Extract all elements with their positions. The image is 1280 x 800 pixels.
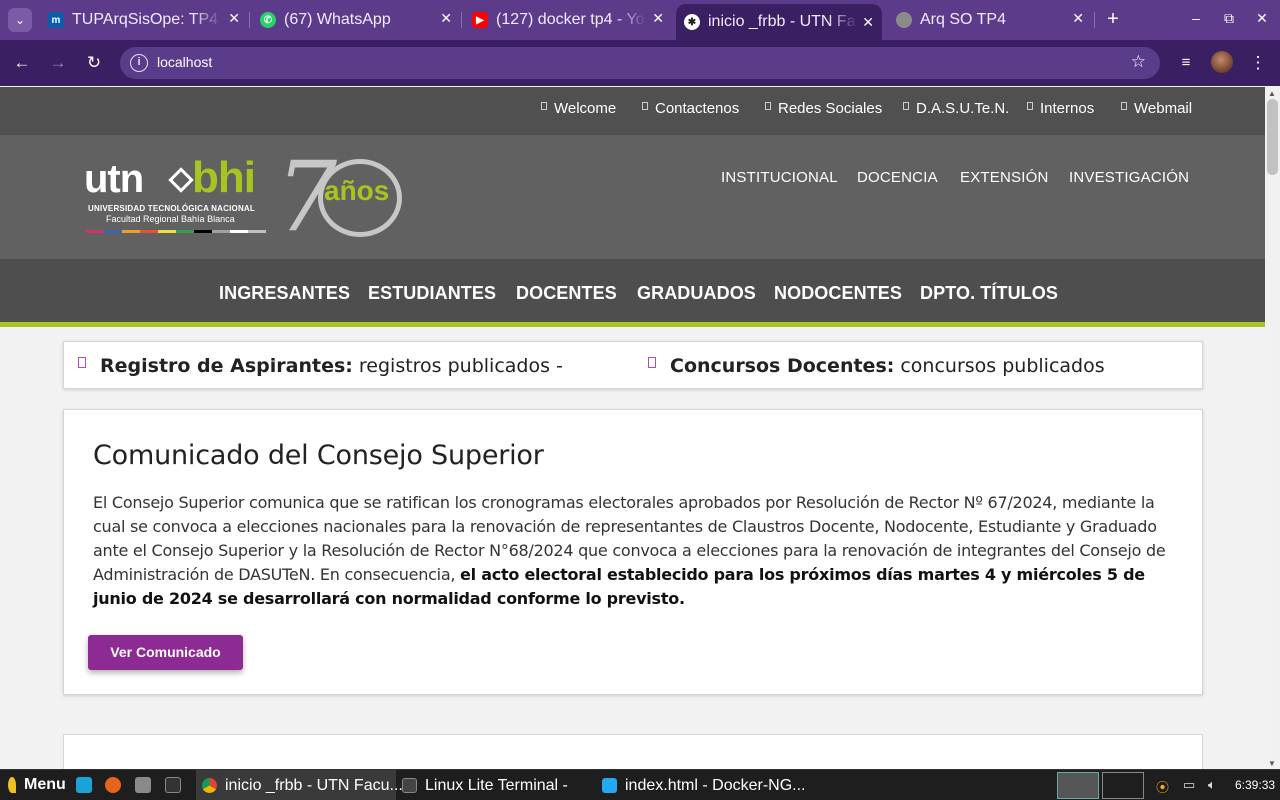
task-chrome[interactable]: inicio _frbb - UTN Facu... <box>196 770 403 800</box>
close-icon[interactable]: ✕ <box>440 10 452 27</box>
tab-utn-active[interactable]: ✱ inicio _frbb - UTN Fa ✕ <box>676 4 882 40</box>
tab-arq-so[interactable]: Arq SO TP4 ✕ <box>896 6 1092 34</box>
tab-title: (127) docker tp4 - Yo <box>496 11 645 28</box>
profile-avatar[interactable] <box>1211 51 1233 73</box>
toplink-webmail[interactable]: Webmail <box>1121 100 1192 117</box>
news-ticker: Registro de Aspirantes: registros publica… <box>63 341 1203 389</box>
firefox-icon[interactable] <box>105 777 121 793</box>
ticker-item-concursos[interactable]: Concursos Docentes: concursos publicados <box>648 355 1105 377</box>
ticker-item-aspirantes[interactable]: Registro de Aspirantes: registros publica… <box>78 355 563 377</box>
close-icon[interactable]: ✕ <box>228 10 240 27</box>
minimize-icon[interactable]: – <box>1188 10 1204 26</box>
site-info-icon[interactable]: i <box>130 54 148 72</box>
whatsapp-icon: ✆ <box>260 12 276 28</box>
ver-comunicado-button[interactable]: Ver Comunicado <box>88 635 243 670</box>
scroll-down-icon[interactable]: ▼ <box>1268 759 1276 768</box>
category-nav: INGRESANTES ESTUDIANTES DOCENTES GRADUAD… <box>0 259 1265 327</box>
bookmark-star-icon[interactable]: ☆ <box>1131 52 1146 72</box>
cat-nodocentes[interactable]: NODOCENTES <box>774 283 902 304</box>
next-card <box>63 734 1203 769</box>
cat-dpto-titulos[interactable]: DPTO. TÍTULOS <box>920 283 1058 304</box>
task-terminal[interactable]: Linux Lite Terminal - <box>396 770 596 800</box>
reload-icon[interactable]: ↻ <box>83 52 105 74</box>
nav-extension[interactable]: EXTENSIÓN <box>960 169 1048 186</box>
tab-search-button[interactable]: ⌄ <box>8 8 32 32</box>
page-scrollbar[interactable]: ▲ ▼ <box>1265 87 1280 769</box>
updates-tray-icon[interactable]: ⦿ <box>1156 777 1169 796</box>
task-vscode[interactable]: index.html - Docker-NG... <box>596 770 806 800</box>
toplink-internos[interactable]: Internos <box>1027 100 1094 117</box>
nav-docencia[interactable]: DOCENCIA <box>857 169 938 186</box>
toplink-contactenos[interactable]: Contactenos <box>642 100 739 117</box>
close-icon[interactable]: ✕ <box>862 14 874 31</box>
forward-icon[interactable]: → <box>47 52 69 74</box>
linux-lite-icon <box>8 777 16 793</box>
close-icon[interactable]: ✕ <box>652 10 664 27</box>
address-text[interactable]: localhost <box>157 54 212 70</box>
utn-icon: ✱ <box>684 14 700 30</box>
terminal-icon[interactable] <box>165 777 181 793</box>
tab-whatsapp[interactable]: ✆ (67) WhatsApp ✕ <box>260 6 460 34</box>
os-taskbar: Menu inicio _frbb - UTN Facu... Linux Li… <box>0 769 1280 800</box>
tab-title: inicio _frbb - UTN Fa <box>708 13 856 30</box>
tab-youtube[interactable]: ▶ (127) docker tp4 - Yo ✕ <box>472 6 672 34</box>
announcement-card: Comunicado del Consejo Superior El Conse… <box>63 409 1203 695</box>
window-close-icon[interactable]: ✕ <box>1254 10 1270 27</box>
chrome-icon <box>202 778 217 793</box>
cat-estudiantes[interactable]: ESTUDIANTES <box>368 283 496 304</box>
announcement-body: El Consejo Superior comunica que se rati… <box>93 493 1166 608</box>
network-tray-icon[interactable]: ▭ <box>1183 777 1195 793</box>
workspace-2[interactable] <box>1102 772 1144 799</box>
scroll-thumb[interactable] <box>1267 99 1278 175</box>
file-manager-icon[interactable] <box>135 777 151 793</box>
trello-icon: m <box>48 12 64 28</box>
start-menu-button[interactable]: Menu <box>8 776 66 794</box>
tab-strip: ⌄ m TUPArqSisOpe: TP4 ✕ ✆ (67) WhatsApp … <box>0 0 1280 40</box>
cat-graduados[interactable]: GRADUADOS <box>637 283 756 304</box>
top-utility-bar: Welcome Contactenos Redes Sociales D.A.S… <box>0 87 1265 135</box>
tab-title: TUPArqSisOpe: TP4 <box>72 11 219 28</box>
globe-icon <box>896 12 912 28</box>
scroll-up-icon[interactable]: ▲ <box>1268 89 1276 98</box>
browser-toolbar: ← → ↻ i localhost ☆ ≡ ⋮ <box>0 40 1280 86</box>
show-desktop-icon[interactable] <box>76 777 92 793</box>
utn-bhi-logo[interactable]: utn bhi UNIVERSIDAD TECNOLÓGICA NACIONAL… <box>84 149 414 245</box>
toplink-redes-sociales[interactable]: Redes Sociales <box>765 100 882 117</box>
volume-tray-icon[interactable]: 🔈︎ <box>1208 777 1216 793</box>
clock: 6:39:33 <box>1235 778 1276 792</box>
address-bar[interactable]: i localhost ☆ <box>120 47 1160 79</box>
cat-ingresantes[interactable]: INGRESANTES <box>219 283 350 304</box>
cat-docentes[interactable]: DOCENTES <box>516 283 617 304</box>
back-icon[interactable]: ← <box>11 52 33 74</box>
announcement-title: Comunicado del Consejo Superior <box>93 440 544 471</box>
restore-icon[interactable]: ⧉ <box>1221 10 1237 27</box>
vscode-icon <box>602 778 617 793</box>
page-viewport: Welcome Contactenos Redes Sociales D.A.S… <box>0 87 1265 769</box>
media-controls-icon[interactable]: ≡ <box>1175 52 1197 74</box>
browser-menu-icon[interactable]: ⋮ <box>1247 52 1269 74</box>
tab-trello[interactable]: m TUPArqSisOpe: TP4 ✕ <box>48 6 248 34</box>
workspace-1[interactable] <box>1057 772 1099 799</box>
nav-institucional[interactable]: INSTITUCIONAL <box>721 169 838 186</box>
close-icon[interactable]: ✕ <box>1072 10 1084 27</box>
tab-title: Arq SO TP4 <box>920 11 1006 28</box>
tab-title: (67) WhatsApp <box>284 11 391 28</box>
toplink-welcome[interactable]: Welcome <box>541 100 616 117</box>
youtube-icon: ▶ <box>472 12 488 28</box>
terminal-icon <box>402 778 417 793</box>
nav-investigacion[interactable]: INVESTIGACIÓN <box>1069 169 1189 186</box>
site-header: utn bhi UNIVERSIDAD TECNOLÓGICA NACIONAL… <box>0 135 1265 259</box>
new-tab-button[interactable]: + <box>1104 8 1122 31</box>
toplink-dasuten[interactable]: D.A.S.U.Te.N. <box>903 100 1009 117</box>
